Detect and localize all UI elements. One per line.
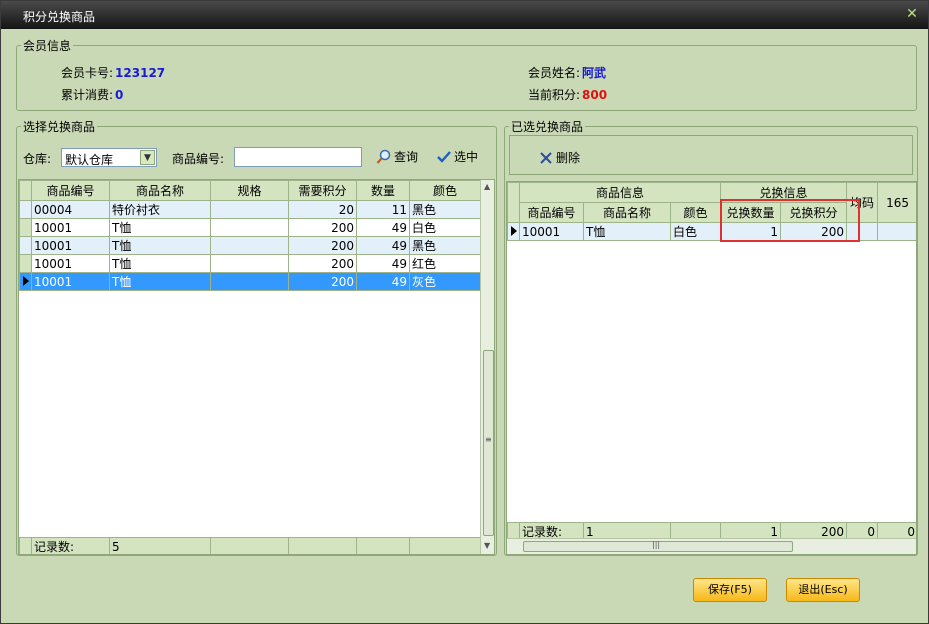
- exchange-dialog: 积分兑换商品 ✕ 会员信息 会员卡号: 123127 累计消费: 0 会员姓名: 阿武…: [0, 0, 929, 624]
- select-label: 选中: [454, 150, 479, 164]
- chevron-down-icon[interactable]: ▼: [140, 150, 155, 165]
- col-color[interactable]: 颜色: [670, 202, 721, 223]
- selected-toolbar: 删除: [509, 135, 913, 175]
- delete-button[interactable]: 删除: [538, 149, 580, 166]
- goods-table: 商品编号 商品名称 规格 需要积分 数量 颜色 00004 特价衬衣 20 11 黑色 …: [19, 180, 481, 291]
- exit-button[interactable]: 退出(Esc): [786, 578, 860, 602]
- col-code[interactable]: 商品编号: [31, 180, 110, 201]
- table-row[interactable]: 10001 T恤 200 49 黑色: [19, 236, 481, 255]
- member-info-legend: 会员信息: [23, 39, 72, 53]
- select-goods-legend: 选择兑换商品: [23, 120, 96, 134]
- goods-code-label: 商品编号:: [172, 152, 225, 166]
- title-bar: 积分兑换商品 ✕: [1, 1, 928, 29]
- goods-header-row: 商品编号 商品名称 规格 需要积分 数量 颜色: [19, 180, 481, 201]
- member-total-value: 0: [115, 88, 124, 102]
- delete-icon: [538, 150, 554, 166]
- member-card-value: 123127: [115, 66, 166, 80]
- col-color[interactable]: 颜色: [409, 180, 481, 201]
- scroll-up-icon[interactable]: ▲: [484, 182, 490, 191]
- table-row[interactable]: 00004 特价衬衣 20 11 黑色: [19, 200, 481, 219]
- row-pointer-icon: [507, 222, 520, 241]
- check-icon: [436, 149, 452, 165]
- col-spec[interactable]: 规格: [210, 180, 289, 201]
- goods-footer-count: 5: [109, 537, 211, 554]
- search-icon: [376, 149, 392, 165]
- save-button[interactable]: 保存(F5): [693, 578, 767, 602]
- member-points-row: 当前积分: 800: [528, 86, 607, 103]
- select-button[interactable]: 选中: [436, 148, 478, 165]
- close-icon[interactable]: ✕: [904, 6, 920, 22]
- goods-footer: 记录数: 5: [19, 537, 481, 554]
- goods-footer-label: 记录数:: [31, 537, 110, 554]
- col-name[interactable]: 商品名称: [583, 202, 671, 223]
- member-card-row: 会员卡号: 123127: [61, 64, 165, 81]
- group-goods-info: 商品信息: [519, 182, 721, 203]
- goods-scroll-thumb[interactable]: ≡: [483, 350, 494, 536]
- col-qty[interactable]: 数量: [356, 180, 410, 201]
- scroll-grip-icon: |||: [652, 540, 661, 549]
- member-points-label: 当前积分:: [528, 88, 581, 102]
- col-name[interactable]: 商品名称: [109, 180, 211, 201]
- delete-label: 删除: [556, 151, 581, 165]
- selected-hscroll-thumb[interactable]: |||: [523, 540, 793, 552]
- goods-vscroll[interactable]: ▲ ≡ ▼: [480, 180, 494, 554]
- exchange-highlight-box: [720, 199, 860, 242]
- table-row[interactable]: 10001 T恤 200 49 白色: [19, 218, 481, 237]
- query-label: 查询: [394, 150, 419, 164]
- member-points-value: 800: [582, 88, 608, 102]
- member-total-label: 累计消费:: [61, 88, 114, 102]
- goods-code-input[interactable]: [234, 147, 362, 167]
- member-name-label: 会员姓名:: [528, 66, 581, 80]
- warehouse-value: 默认仓库: [65, 153, 114, 167]
- col-points[interactable]: 需要积分: [288, 180, 357, 201]
- window-title: 积分兑换商品: [23, 10, 96, 24]
- scroll-grip-icon: ≡: [485, 435, 492, 444]
- row-pointer-icon: [19, 272, 32, 291]
- member-total-row: 累计消费: 0: [61, 86, 123, 103]
- col-code[interactable]: 商品编号: [519, 202, 584, 223]
- scroll-down-icon[interactable]: ▼: [484, 541, 490, 550]
- goods-grid: 商品编号 商品名称 规格 需要积分 数量 颜色 00004 特价衬衣 20 11 黑色 …: [18, 179, 495, 555]
- warehouse-label: 仓库:: [23, 152, 52, 166]
- member-name-row: 会员姓名: 阿武: [528, 64, 606, 81]
- member-card-label: 会员卡号:: [61, 66, 114, 80]
- selected-hscroll[interactable]: |||: [507, 538, 916, 554]
- query-button[interactable]: 查询: [376, 148, 418, 165]
- member-name-value: 阿武: [582, 66, 607, 80]
- selected-goods-legend: 已选兑换商品: [511, 120, 584, 134]
- col-size-165[interactable]: 165: [877, 182, 916, 223]
- warehouse-select[interactable]: 默认仓库 ▼: [61, 148, 157, 167]
- table-row-selected[interactable]: 10001 T恤 200 49 灰色: [19, 272, 481, 291]
- table-row[interactable]: 10001 T恤 200 49 红色: [19, 254, 481, 273]
